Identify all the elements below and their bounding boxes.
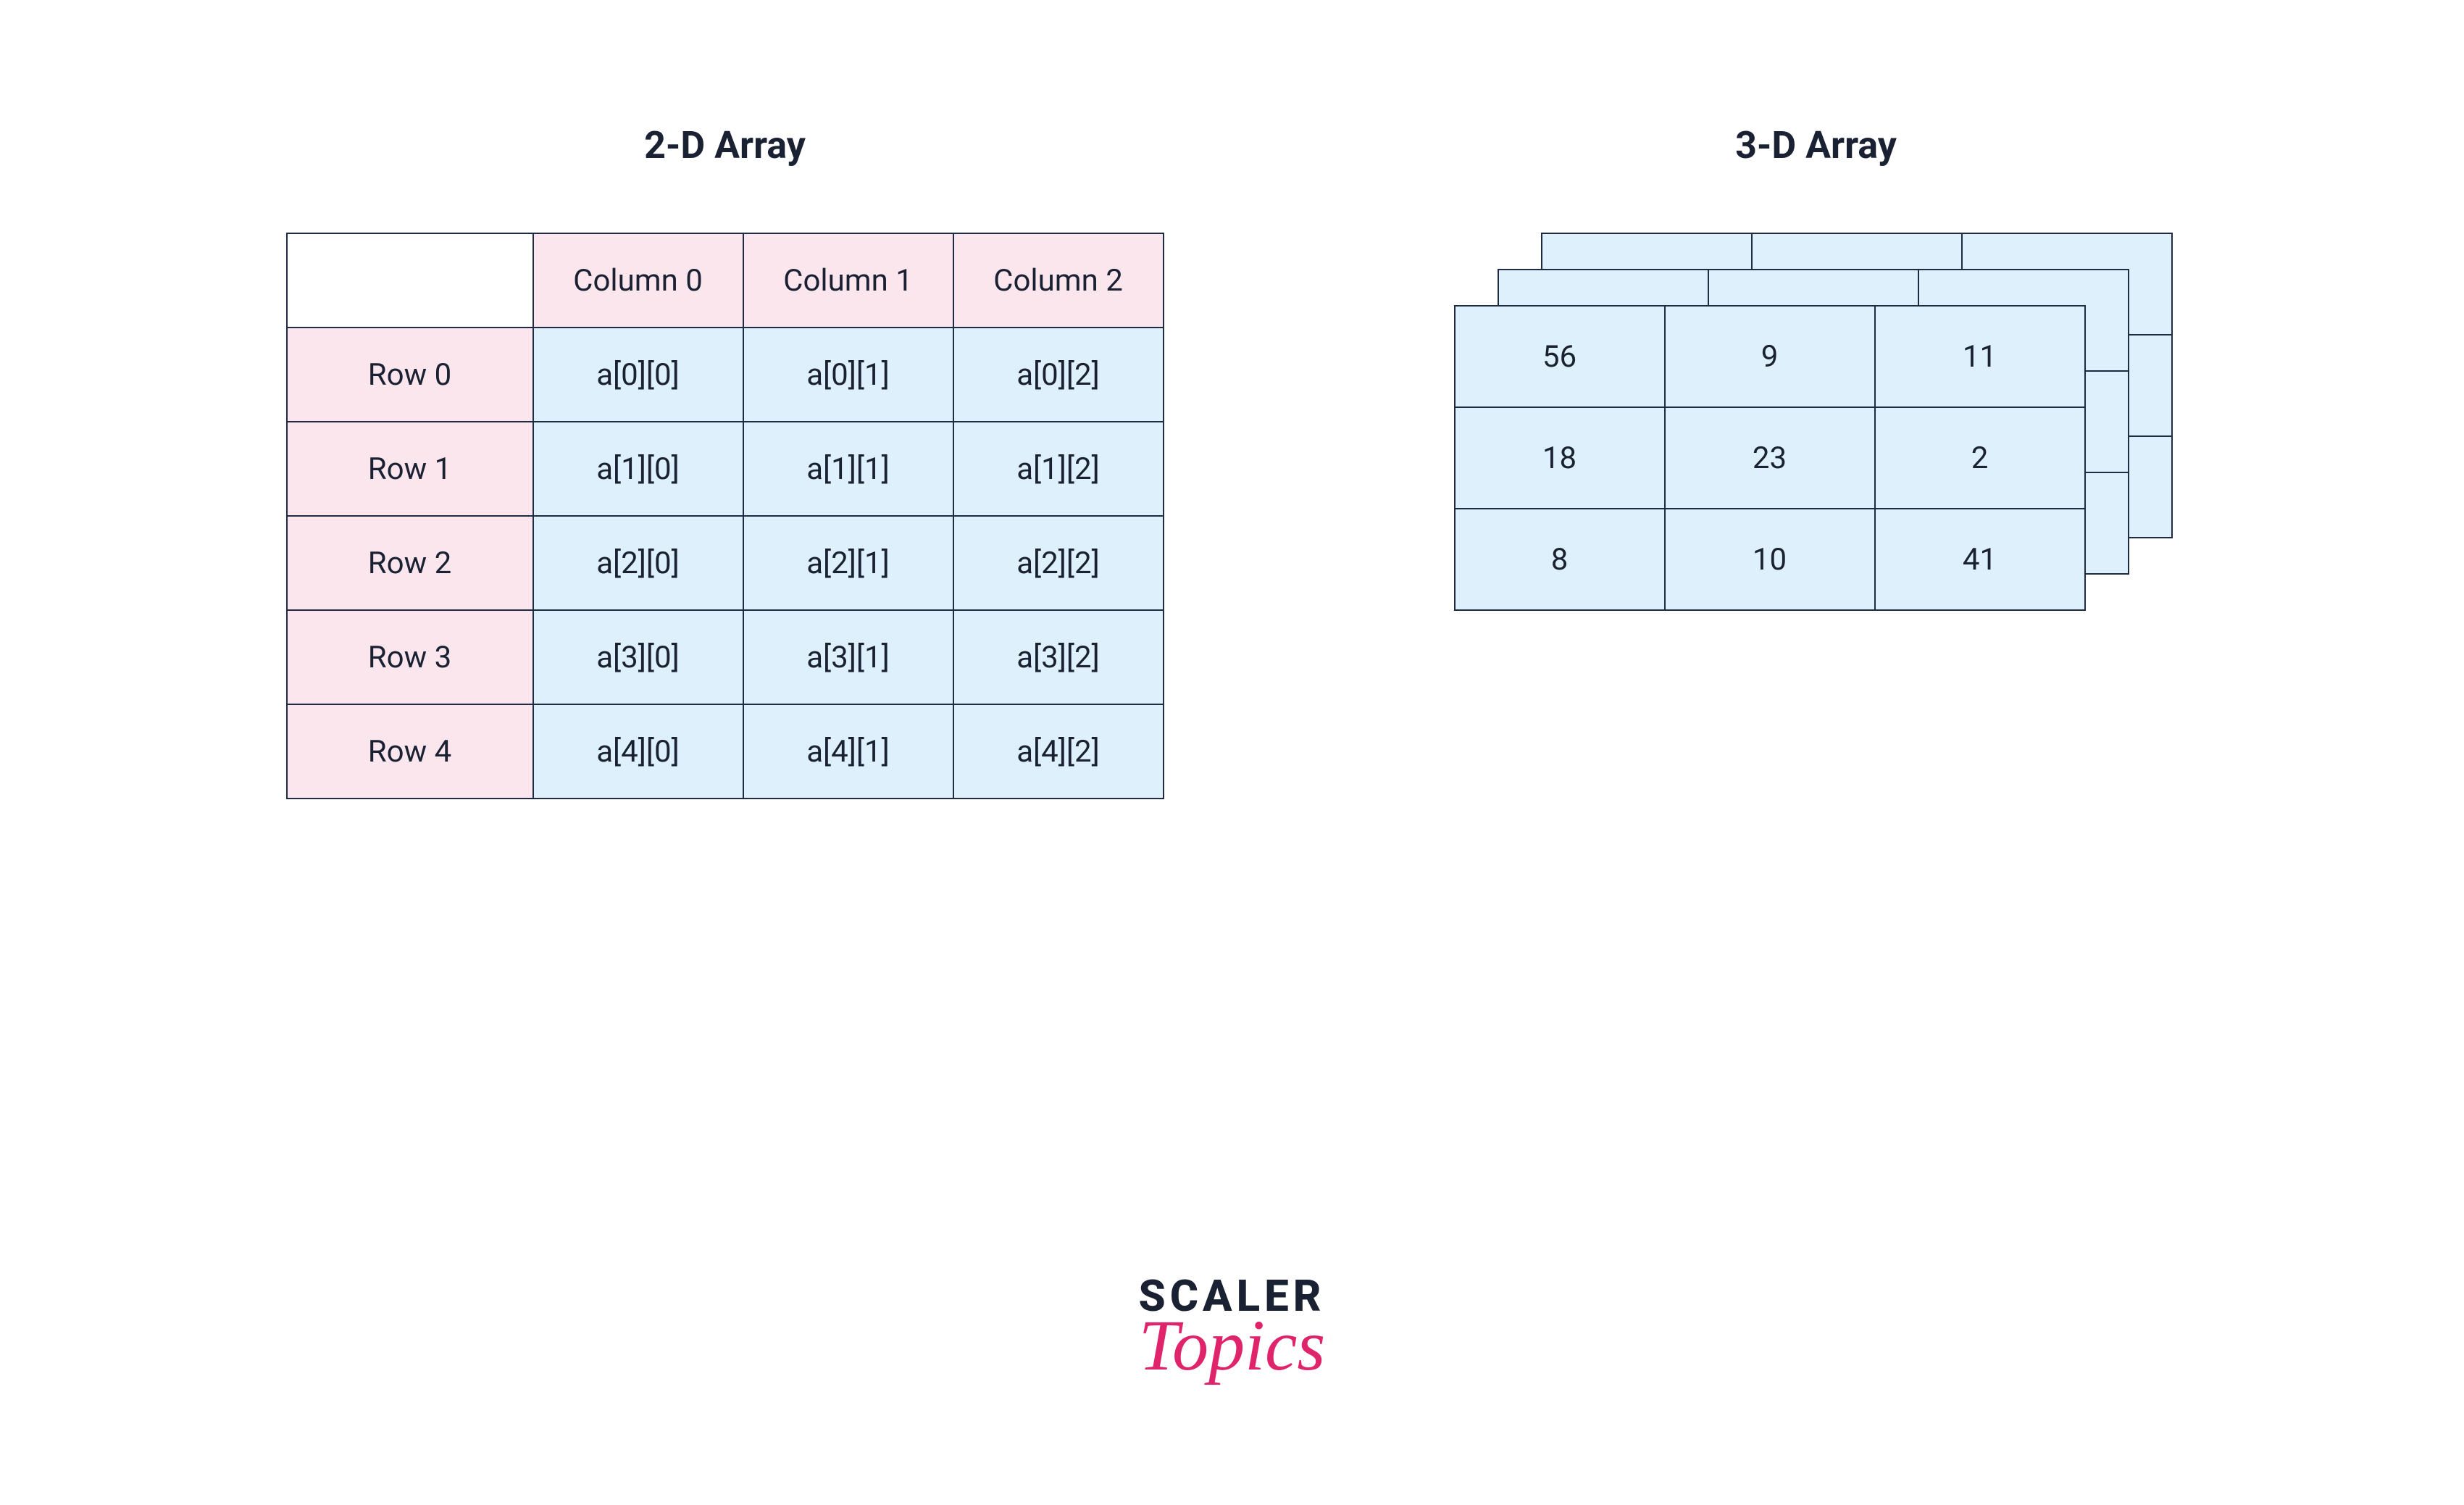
cell: 23 [1665,407,1875,509]
logo-bottom-text: Topics [1138,1317,1325,1375]
cell: a[0][2] [953,328,1164,422]
cell: 8 [1455,509,1665,610]
table-row: Row 1 a[1][0] a[1][1] a[1][2] [287,422,1164,516]
col-header: Column 1 [743,233,953,328]
table-row: Row 3 a[3][0] a[3][1] a[3][2] [287,610,1164,704]
cell: a[1][2] [953,422,1164,516]
cell: 10 [1665,509,1875,610]
cell: a[2][2] [953,516,1164,610]
cell: a[4][1] [743,704,953,799]
row-header: Row 1 [287,422,533,516]
title-3d: 3-D Array [1735,123,1897,167]
cell: 18 [1455,407,1665,509]
section-2d-array: 2-D Array Column 0 Column 1 Column 2 Row… [286,123,1164,799]
table-row: 8 10 41 [1455,509,2085,610]
cell: a[3][0] [533,610,743,704]
cell: a[2][0] [533,516,743,610]
col-header: Column 2 [953,233,1164,328]
corner-cell [287,233,533,328]
cell: 56 [1455,306,1665,407]
cell: a[0][0] [533,328,743,422]
section-3d-array: 3-D Array 56 9 11 [1454,123,2179,799]
row-header: Row 4 [287,704,533,799]
row-header: Row 0 [287,328,533,422]
cell: a[0][1] [743,328,953,422]
cell: 9 [1665,306,1875,407]
cell: a[4][2] [953,704,1164,799]
cell: a[2][1] [743,516,953,610]
col-header: Column 0 [533,233,743,328]
scaler-topics-logo: SCALER Topics [1138,1279,1325,1375]
cell: a[4][0] [533,704,743,799]
table-row: Row 2 a[2][0] a[2][1] a[2][2] [287,516,1164,610]
cell: 11 [1875,306,2085,407]
table-row: Column 0 Column 1 Column 2 [287,233,1164,328]
cell: 41 [1875,509,2085,610]
table-2d: Column 0 Column 1 Column 2 Row 0 a[0][0]… [286,233,1164,799]
table-row: 18 23 2 [1455,407,2085,509]
stack-3d: 56 9 11 18 23 2 8 10 41 [1454,233,2179,638]
cell: a[3][2] [953,610,1164,704]
cell: a[1][1] [743,422,953,516]
cell: 2 [1875,407,2085,509]
row-header: Row 3 [287,610,533,704]
table-row: Row 0 a[0][0] a[0][1] a[0][2] [287,328,1164,422]
title-2d: 2-D Array [644,123,806,167]
cell: a[1][0] [533,422,743,516]
table-row: 56 9 11 [1455,306,2085,407]
diagram-wrap: 2-D Array Column 0 Column 1 Column 2 Row… [0,123,2464,799]
table-row: Row 4 a[4][0] a[4][1] a[4][2] [287,704,1164,799]
cell: a[3][1] [743,610,953,704]
layer-front: 56 9 11 18 23 2 8 10 41 [1454,305,2086,611]
row-header: Row 2 [287,516,533,610]
